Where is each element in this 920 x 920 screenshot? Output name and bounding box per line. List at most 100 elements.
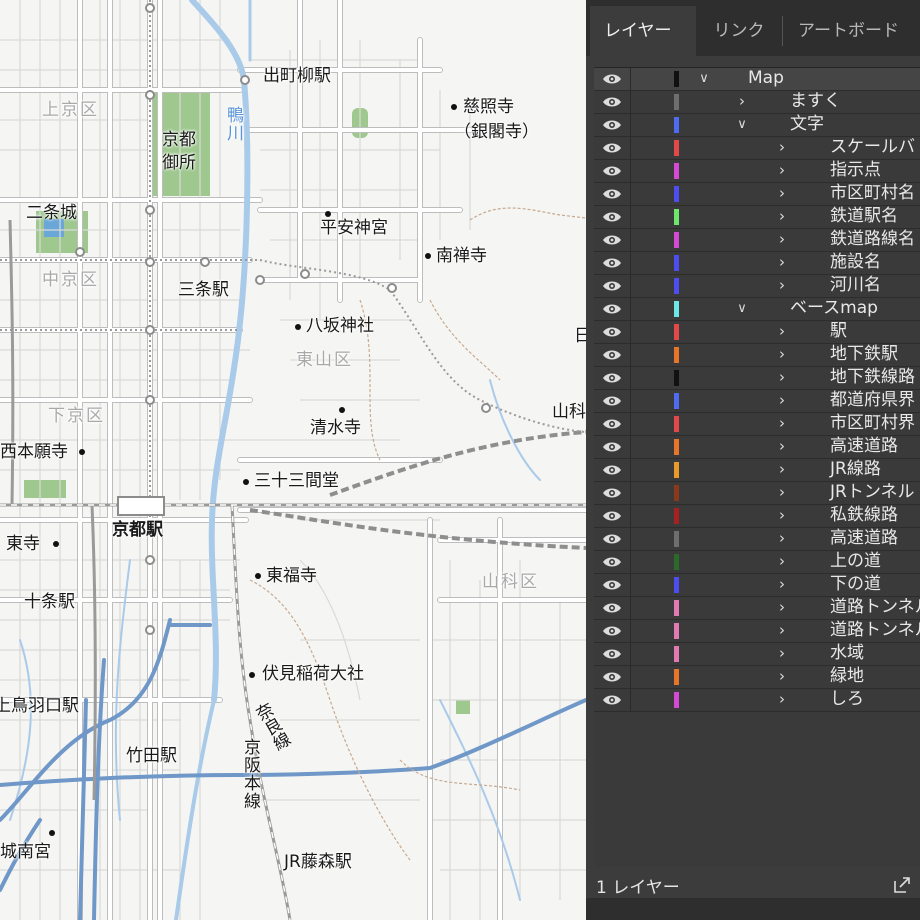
layer-name[interactable]: 地下鉄駅 [830, 344, 898, 365]
layer-name[interactable]: JR線路 [830, 459, 881, 480]
layer-row[interactable]: › 道路トンネル [594, 597, 920, 620]
layer-row[interactable]: › 高速道路 [594, 436, 920, 459]
layer-row[interactable]: › 市区町村名 [594, 183, 920, 206]
layer-row[interactable]: › 下の道 [594, 574, 920, 597]
chevron-right-icon[interactable]: › [774, 689, 790, 711]
layer-name[interactable]: 高速道路 [830, 528, 898, 549]
chevron-right-icon[interactable]: › [774, 505, 790, 527]
layer-row[interactable]: › 指示点 [594, 160, 920, 183]
chevron-right-icon[interactable]: › [774, 229, 790, 251]
layer-name[interactable]: 市区町村界 [830, 413, 915, 434]
visibility-eye-icon[interactable] [602, 372, 622, 384]
layer-row[interactable]: › 鉄道路線名 [594, 229, 920, 252]
visibility-eye-icon[interactable] [602, 441, 622, 453]
visibility-eye-icon[interactable] [602, 142, 622, 154]
layer-row[interactable]: › 鉄道駅名 [594, 206, 920, 229]
chevron-right-icon[interactable]: › [774, 528, 790, 550]
layer-row[interactable]: › しろ [594, 689, 920, 712]
tab-layers[interactable]: レイヤー [590, 6, 696, 56]
layer-name[interactable]: 市区町村名 [830, 183, 915, 204]
layer-row[interactable]: › 市区町村界 [594, 413, 920, 436]
visibility-eye-icon[interactable] [602, 625, 622, 637]
visibility-eye-icon[interactable] [602, 119, 622, 131]
chevron-down-icon[interactable]: ∨ [734, 114, 750, 136]
tab-links[interactable]: リンク [696, 6, 782, 56]
layer-row[interactable]: › 地下鉄駅 [594, 344, 920, 367]
chevron-right-icon[interactable]: › [774, 275, 790, 297]
layer-row[interactable]: › スケールバ [594, 137, 920, 160]
visibility-eye-icon[interactable] [602, 326, 622, 338]
chevron-right-icon[interactable]: › [774, 321, 790, 343]
layer-name[interactable]: Map [748, 68, 784, 89]
layer-row[interactable]: › ますく [594, 91, 920, 114]
layer-name[interactable]: 上の道 [830, 551, 881, 572]
visibility-eye-icon[interactable] [602, 694, 622, 706]
layer-name[interactable]: 下の道 [830, 574, 881, 595]
visibility-eye-icon[interactable] [602, 510, 622, 522]
layer-list[interactable]: ∨ Map › ますく ∨ 文字 › スケールバ › 指示点 › 市区町村名 › 鉄道駅名 › 鉄道路線名 › 施… [594, 67, 920, 868]
layer-name[interactable]: 私鉄線路 [830, 505, 898, 526]
layer-name[interactable]: JRトンネル [830, 482, 915, 503]
chevron-right-icon[interactable]: › [774, 643, 790, 665]
layer-row[interactable]: › 高速道路 [594, 528, 920, 551]
layer-name[interactable]: 地下鉄線路 [830, 367, 915, 388]
chevron-right-icon[interactable]: › [774, 344, 790, 366]
visibility-eye-icon[interactable] [602, 165, 622, 177]
export-icon[interactable] [892, 875, 912, 895]
chevron-right-icon[interactable]: › [774, 551, 790, 573]
chevron-right-icon[interactable]: › [774, 482, 790, 504]
chevron-right-icon[interactable]: › [774, 367, 790, 389]
visibility-eye-icon[interactable] [602, 579, 622, 591]
visibility-eye-icon[interactable] [602, 280, 622, 292]
layer-row[interactable]: › 私鉄線路 [594, 505, 920, 528]
visibility-eye-icon[interactable] [602, 349, 622, 361]
layer-row[interactable]: ∨ 文字 [594, 114, 920, 137]
layer-name[interactable]: 指示点 [830, 160, 881, 181]
visibility-eye-icon[interactable] [602, 602, 622, 614]
layer-row[interactable]: › 水域 [594, 643, 920, 666]
layer-row[interactable]: › 施設名 [594, 252, 920, 275]
visibility-eye-icon[interactable] [602, 211, 622, 223]
chevron-right-icon[interactable]: › [774, 160, 790, 182]
layer-row[interactable]: › 駅 [594, 321, 920, 344]
chevron-right-icon[interactable]: › [774, 574, 790, 596]
layer-name[interactable]: 緑地 [830, 666, 864, 687]
visibility-eye-icon[interactable] [602, 96, 622, 108]
layer-name[interactable]: 水域 [830, 643, 864, 664]
chevron-right-icon[interactable]: › [774, 206, 790, 228]
visibility-eye-icon[interactable] [602, 257, 622, 269]
visibility-eye-icon[interactable] [602, 188, 622, 200]
visibility-eye-icon[interactable] [602, 671, 622, 683]
layer-row[interactable]: › 上の道 [594, 551, 920, 574]
layer-row[interactable]: ∨ Map [594, 68, 920, 91]
tab-artboards[interactable]: アートボード [784, 6, 920, 56]
visibility-eye-icon[interactable] [602, 234, 622, 246]
layer-name[interactable]: しろ [830, 689, 864, 710]
layer-name[interactable]: 高速道路 [830, 436, 898, 457]
panel-scrollbar[interactable] [586, 898, 920, 920]
chevron-right-icon[interactable]: › [774, 137, 790, 159]
visibility-eye-icon[interactable] [602, 395, 622, 407]
chevron-right-icon[interactable]: › [774, 620, 790, 642]
layer-row[interactable]: › 河川名 [594, 275, 920, 298]
layer-row[interactable]: › JRトンネル [594, 482, 920, 505]
layer-row[interactable]: › JR線路 [594, 459, 920, 482]
visibility-eye-icon[interactable] [602, 648, 622, 660]
layer-name[interactable]: ますく [790, 91, 841, 112]
layer-name[interactable]: 駅 [830, 321, 847, 342]
chevron-right-icon[interactable]: › [774, 436, 790, 458]
chevron-down-icon[interactable]: ∨ [734, 298, 750, 320]
visibility-eye-icon[interactable] [602, 533, 622, 545]
layer-name[interactable]: 道路トンネル [830, 597, 920, 618]
visibility-eye-icon[interactable] [602, 303, 622, 315]
chevron-right-icon[interactable]: › [774, 413, 790, 435]
visibility-eye-icon[interactable] [602, 556, 622, 568]
chevron-right-icon[interactable]: › [774, 252, 790, 274]
visibility-eye-icon[interactable] [602, 418, 622, 430]
chevron-right-icon[interactable]: › [774, 597, 790, 619]
chevron-right-icon[interactable]: › [774, 390, 790, 412]
visibility-eye-icon[interactable] [602, 464, 622, 476]
chevron-right-icon[interactable]: › [734, 91, 750, 113]
layer-name[interactable]: ベースmap [790, 298, 878, 319]
layer-row[interactable]: › 都道府県界 [594, 390, 920, 413]
